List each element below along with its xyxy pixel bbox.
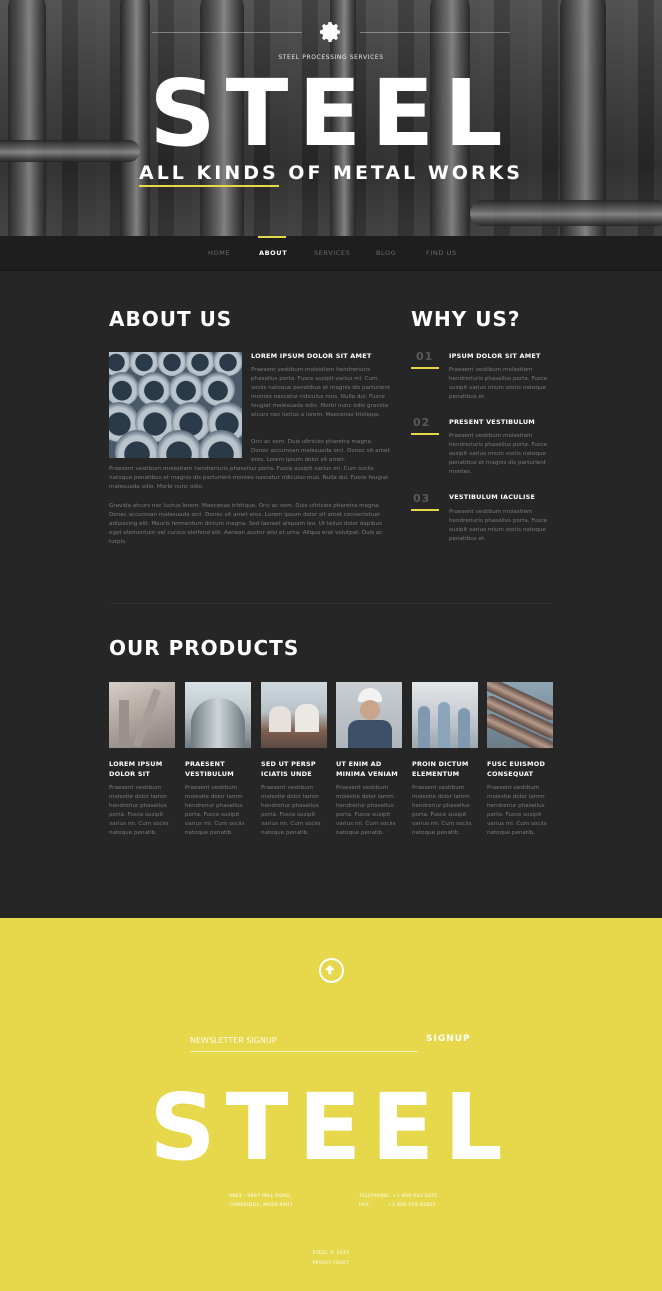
address-line-2: CAMBRIDGE, MG09 99HT: [229, 1203, 293, 1208]
why-underline: [411, 433, 439, 435]
why-title: VESTIBULUM IACULISE: [449, 493, 536, 501]
product-text: Praesent vestibum molestie dolor lamm he…: [487, 785, 547, 836]
hero-subtitle-rest: OF METAL WORKS: [278, 162, 523, 184]
main-nav: HOME ABOUT SERVICES BLOG FIND US: [0, 236, 662, 271]
products-heading: OUR PRODUCTS: [109, 636, 300, 660]
product-text: Praesent vestibum molestie dolor lamm he…: [336, 785, 396, 836]
about-paragraph-side: Praesent vestibum molestiem hendreriuris…: [251, 367, 391, 418]
newsletter-input[interactable]: [190, 1030, 418, 1052]
product-image[interactable]: [109, 682, 175, 748]
nav-item-find-us[interactable]: FIND US: [426, 249, 457, 257]
product-image[interactable]: [185, 682, 251, 748]
product-image[interactable]: [261, 682, 327, 748]
arrow-up-icon: [324, 965, 335, 975]
product-title[interactable]: FUSC EUISMOD CONSEQUAT: [487, 759, 557, 779]
why-title: IPSUM DOLOR SIT AMET: [449, 352, 541, 360]
copyright: STEEL © 2015: [312, 1251, 350, 1256]
nav-item-blog[interactable]: BLOG: [376, 249, 396, 257]
fax-number: FAX: +1 800 559 6580Y: [359, 1203, 436, 1208]
hero-line-right: [360, 32, 510, 33]
hero-subtitle: ALL KINDS OF METAL WORKS: [0, 162, 662, 187]
address-line-1: 9863 - 9867 MILL ROAD,: [229, 1194, 292, 1199]
why-text: Praesent vestibum molestiem hendreriuris…: [449, 433, 548, 475]
section-divider: [109, 603, 552, 604]
about-paragraph-full: Praesent vestibum molestiem hendreriuris…: [109, 466, 389, 490]
product-text: Praesent vestibum molestie dolor lamm he…: [109, 785, 169, 836]
product-title[interactable]: UT ENIM AD MINIMA VENIAM: [336, 759, 406, 779]
about-subheading: LOREM IPSUM DOLOR SIT AMET: [251, 352, 372, 360]
why-heading: WHY US?: [411, 307, 521, 331]
about-heading: ABOUT US: [109, 307, 233, 331]
phone-number: TELEPHONE: +1 800 603 6035: [359, 1194, 438, 1199]
nav-item-home[interactable]: HOME: [208, 249, 230, 257]
product-image[interactable]: [487, 682, 553, 748]
about-paragraph-side-2: Orci ac sem. Duis ultricies pharetra mag…: [251, 439, 390, 463]
product-text: Praesent vestibum molestie dolor lamm he…: [185, 785, 245, 836]
footer-logo: STEEL: [149, 1074, 513, 1181]
why-text: Praesent vestibum molestiem hendreriuris…: [449, 367, 548, 400]
hero-banner: STEEL PROCESSING SERVICES STEEL ALL KIND…: [0, 0, 662, 236]
nav-item-services[interactable]: SERVICES: [314, 249, 350, 257]
gear-icon: [320, 22, 340, 42]
hero-title: STEEL: [149, 60, 513, 167]
nav-item-about[interactable]: ABOUT: [259, 249, 287, 257]
back-to-top-button[interactable]: [319, 958, 344, 983]
privacy-policy-link[interactable]: PRIVACY POLICY: [0, 1258, 662, 1267]
product-title[interactable]: SED UT PERSP ICIATIS UNDE: [261, 759, 331, 779]
about-paragraph-full-2: Gravida atcurs nec luctus lorem. Maecena…: [109, 503, 383, 545]
why-title: PRESENT VESTIBULUM: [449, 418, 535, 426]
signup-button[interactable]: SIGNUP: [426, 1034, 471, 1044]
nav-active-indicator: [258, 236, 286, 238]
why-number: 03: [413, 492, 431, 505]
why-text: Praesent vestibum molestiem hendreriuris…: [449, 509, 548, 542]
product-image[interactable]: [336, 682, 402, 748]
about-image: [109, 352, 242, 458]
product-title[interactable]: PRAESENT VESTIBULUM: [185, 759, 255, 779]
product-text: Praesent vestibum molestie dolor lamm he…: [261, 785, 321, 836]
product-text: Praesent vestibum molestie dolor lamm he…: [412, 785, 472, 836]
hero-subtitle-underlined: ALL KINDS: [139, 162, 279, 187]
why-number: 01: [416, 350, 434, 363]
why-number: 02: [413, 416, 431, 429]
product-title[interactable]: PROIN DICTUM ELEMENTUM: [412, 759, 482, 779]
product-image[interactable]: [412, 682, 478, 748]
why-underline: [411, 509, 439, 511]
product-title[interactable]: LOREM IPSUM DOLOR SIT: [109, 759, 179, 779]
why-underline: [411, 367, 439, 369]
hero-line-left: [152, 32, 302, 33]
